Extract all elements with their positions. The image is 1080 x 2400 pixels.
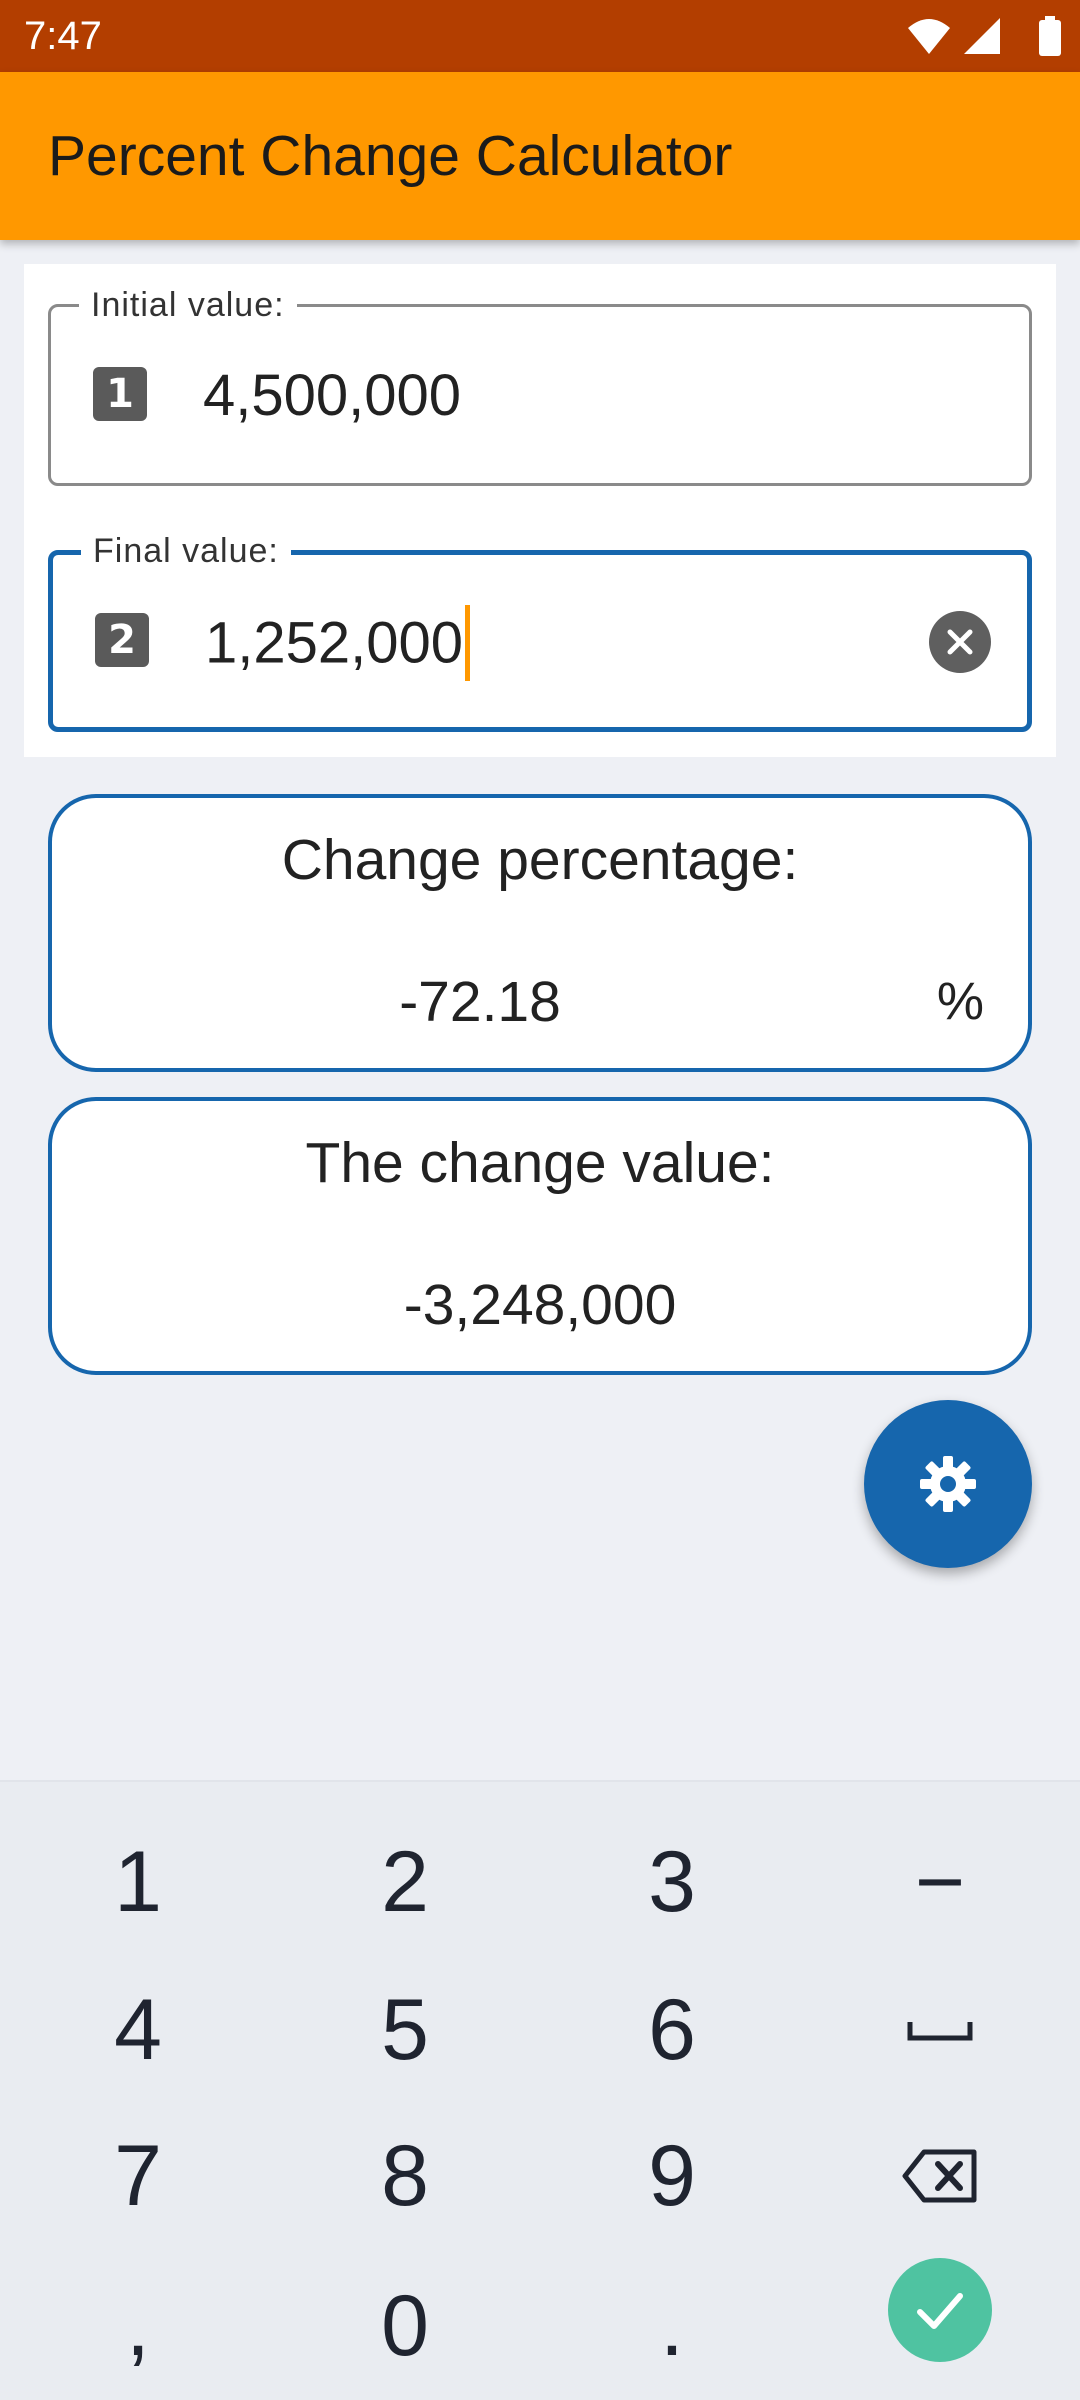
clear-button[interactable]: [929, 611, 991, 673]
input-card: Initial value: 1 4,500,000 Final value: …: [24, 264, 1056, 757]
change-value-value: -3,248,000: [403, 1273, 677, 1337]
wifi-icon: [908, 19, 950, 54]
settings-button[interactable]: [864, 1400, 1032, 1568]
key-3[interactable]: 3: [572, 1812, 772, 1952]
key-9[interactable]: 9: [572, 2106, 772, 2246]
space-icon: [907, 2022, 973, 2041]
key-0[interactable]: 0: [305, 2256, 505, 2396]
change-percentage-box: Change percentage: -72.18 %: [48, 794, 1032, 1072]
change-percentage-title: Change percentage:: [281, 828, 799, 892]
page-title: Percent Change Calculator: [48, 124, 733, 188]
final-value-input[interactable]: 1,252,000: [205, 605, 471, 685]
done-button[interactable]: [888, 2258, 992, 2362]
change-percentage-value: -72.18: [399, 970, 561, 1034]
key-5[interactable]: 5: [305, 1960, 505, 2100]
check-icon: [917, 2293, 963, 2329]
key-8[interactable]: 8: [305, 2106, 505, 2246]
key-dot[interactable]: .: [572, 2256, 772, 2396]
battery-icon: [1039, 16, 1061, 56]
gear-icon: [920, 1456, 976, 1512]
number-two-icon: 2: [95, 613, 149, 667]
text-cursor: [465, 605, 471, 681]
signal-icon: [964, 18, 1000, 54]
key-2[interactable]: 2: [305, 1812, 505, 1952]
status-time: 7:47: [24, 14, 102, 58]
percent-unit: %: [936, 972, 984, 1031]
status-bar: 7:47: [0, 0, 1080, 72]
final-value-text: 1,252,000: [205, 610, 464, 676]
initial-value-label: Initial value:: [79, 285, 297, 325]
initial-value-field[interactable]: Initial value: 1 4,500,000: [48, 285, 1032, 486]
app-bar: Percent Change Calculator: [0, 72, 1080, 240]
backspace-icon: [902, 2149, 977, 2203]
close-icon: [947, 629, 973, 655]
key-minus[interactable]: −: [840, 1812, 1040, 1952]
key-comma[interactable]: ,: [38, 2256, 238, 2396]
change-value-box: The change value: -3,248,000: [48, 1097, 1032, 1375]
key-1[interactable]: 1: [38, 1812, 238, 1952]
number-one-icon: 1: [93, 367, 147, 421]
key-6[interactable]: 6: [572, 1960, 772, 2100]
final-value-label: Final value:: [81, 531, 291, 571]
key-backspace[interactable]: [840, 2106, 1040, 2246]
key-7[interactable]: 7: [38, 2106, 238, 2246]
key-space[interactable]: [840, 1960, 1040, 2100]
final-value-field[interactable]: Final value: 2 1,252,000: [48, 531, 1032, 732]
key-4[interactable]: 4: [38, 1960, 238, 2100]
initial-value-input[interactable]: 4,500,000: [203, 363, 461, 429]
change-value-title: The change value:: [305, 1131, 775, 1195]
